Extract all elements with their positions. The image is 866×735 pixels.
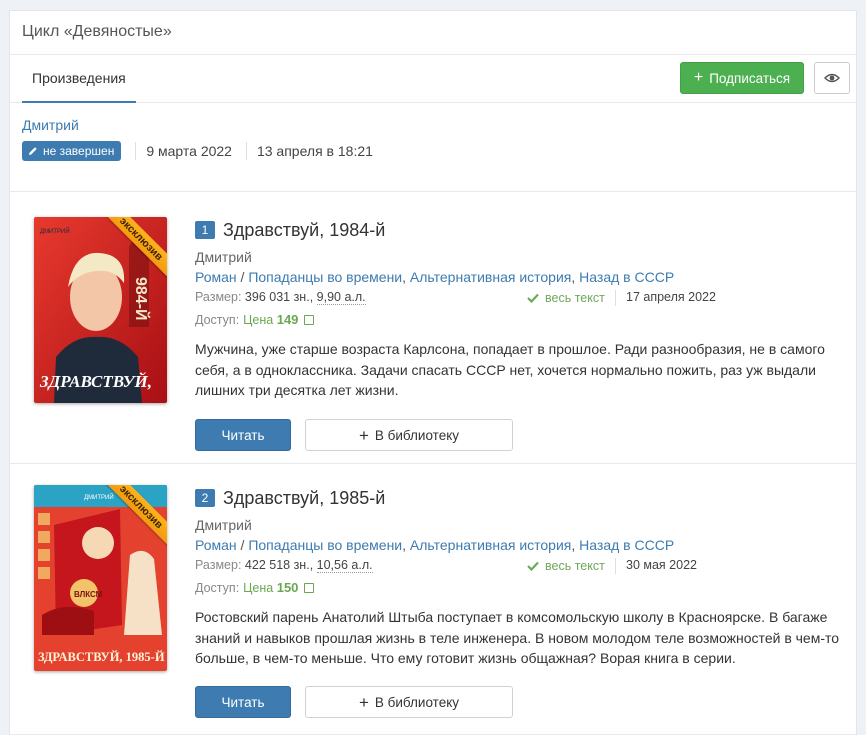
work-info: 2 Здравствуй, 1985-й Дмитрий Роман / Поп… (195, 486, 845, 669)
eye-icon (824, 73, 840, 83)
divider (135, 142, 137, 160)
work-description: Мужчина, уже старше возраста Карлсона, п… (195, 341, 825, 398)
full-text-status: весь текст (527, 558, 616, 574)
work-actions: Читать + В библиотеку (195, 419, 513, 451)
size-label: Размер: (195, 558, 242, 572)
full-text-label: весь текст (545, 559, 605, 573)
plus-icon: + (358, 692, 369, 712)
add-to-library-button[interactable]: + В библиотеку (305, 419, 513, 451)
series-panel: Цикл «Девяностые» Произведения + Подписа… (9, 10, 857, 735)
price-icon (304, 314, 315, 325)
genre-link[interactable]: Альтернативная история (410, 269, 571, 285)
work-number: 1 (195, 221, 215, 239)
add-to-library-label: В библиотеку (374, 694, 460, 710)
genre-link[interactable]: Роман (195, 537, 237, 553)
work-update-date: 17 апреля 2022 (626, 290, 716, 304)
read-button[interactable]: Читать (195, 686, 291, 718)
work-author[interactable]: Дмитрий (195, 249, 845, 265)
size-row: Размер: 396 031 зн., 9,90 а.л. весь текс… (195, 290, 716, 306)
series-author-link[interactable]: Дмитрий (22, 117, 79, 133)
genre-link[interactable]: Назад в СССР (579, 537, 674, 553)
work-description: Ростовский парень Анатолий Штыба поступа… (195, 609, 840, 666)
price-icon (304, 582, 315, 593)
cover-title-text: ЗДРАВСТВУЙ, (39, 372, 152, 391)
series-start-date: 9 марта 2022 (146, 143, 232, 159)
check-icon (527, 293, 539, 303)
exclusive-ribbon: эксклюзив (93, 217, 167, 291)
series-title: Цикл «Девяностые» (10, 11, 856, 55)
status-text: не завершен (43, 144, 115, 158)
access-row: Доступ: Цена 150 (195, 580, 845, 595)
author-sheets: 10,56 а.л. (316, 558, 373, 573)
divider (245, 142, 247, 160)
series-update-date: 13 апреля в 18:21 (256, 143, 373, 159)
work-info: 1 Здравствуй, 1984-й Дмитрий Роман / Поп… (195, 218, 845, 401)
size-row: Размер: 422 518 зн., 10,56 а.л. весь тек… (195, 558, 697, 574)
work-author[interactable]: Дмитрий (195, 517, 845, 533)
cover-title-text: ЗДРАВСТВУЙ, 1985-Й (38, 650, 165, 664)
full-text-label: весь текст (545, 291, 605, 305)
genre-link[interactable]: Альтернативная история (410, 537, 571, 553)
full-text-status: весь текст (527, 290, 616, 306)
add-to-library-label: В библиотеку (374, 427, 460, 443)
pencil-icon (29, 147, 37, 155)
access-label: Доступ: (195, 312, 240, 327)
work-item: ВЛКСМ ДМИТРИЙ ЗДРАВСТВУЙ, 1985-Й эксклюз… (10, 464, 856, 735)
exclusive-ribbon: эксклюзив (93, 485, 167, 559)
work-update-date: 30 мая 2022 (626, 558, 697, 572)
genre-link[interactable]: Роман (195, 269, 237, 285)
price: Цена 149 (243, 312, 299, 327)
work-title[interactable]: Здравствуй, 1984-й (223, 220, 385, 241)
access-label: Доступ: (195, 580, 240, 595)
genre-link[interactable]: Попаданцы во времени (248, 269, 402, 285)
status-badge: не завершен (22, 141, 122, 161)
author-sheets: 9,90 а.л. (316, 290, 366, 305)
char-count: 396 031 зн. (244, 290, 310, 304)
price: Цена 150 (243, 580, 299, 595)
access-row: Доступ: Цена 149 (195, 312, 845, 327)
svg-text:ВЛКСМ: ВЛКСМ (74, 590, 103, 599)
subscribe-button[interactable]: + Подписаться (680, 62, 804, 94)
plus-icon: + (358, 425, 369, 445)
work-title[interactable]: Здравствуй, 1985-й (223, 488, 385, 509)
work-number: 2 (195, 489, 215, 507)
tab-works[interactable]: Произведения (22, 55, 136, 103)
work-actions: Читать + В библиотеку (195, 686, 513, 718)
add-to-library-button[interactable]: + В библиотеку (305, 686, 513, 718)
read-button[interactable]: Читать (195, 419, 291, 451)
genre-list: Роман / Попаданцы во времени, Альтернати… (195, 537, 675, 553)
plus-icon: + (693, 69, 704, 86)
genre-link[interactable]: Назад в СССР (579, 269, 674, 285)
subscribe-label: Подписаться (709, 70, 791, 86)
size-label: Размер: (195, 290, 242, 304)
check-icon (527, 561, 539, 571)
book-cover[interactable]: 984-Й ДМИТРИЙ ЗДРАВСТВУЙ, эксклюзив (34, 217, 167, 403)
genre-list: Роман / Попаданцы во времени, Альтернати… (195, 269, 675, 285)
work-item: 984-Й ДМИТРИЙ ЗДРАВСТВУЙ, эксклюзив 1 Зд… (10, 192, 856, 464)
series-meta: Дмитрий не завершен 9 марта 2022 13 апре… (10, 103, 856, 192)
char-count: 422 518 зн. (244, 558, 310, 572)
watch-button[interactable] (814, 62, 850, 94)
genre-link[interactable]: Попаданцы во времени (248, 537, 402, 553)
tab-bar: Произведения + Подписаться (10, 55, 856, 103)
book-cover[interactable]: ВЛКСМ ДМИТРИЙ ЗДРАВСТВУЙ, 1985-Й эксклюз… (34, 485, 167, 671)
cover-author-text: ДМИТРИЙ (40, 227, 70, 235)
